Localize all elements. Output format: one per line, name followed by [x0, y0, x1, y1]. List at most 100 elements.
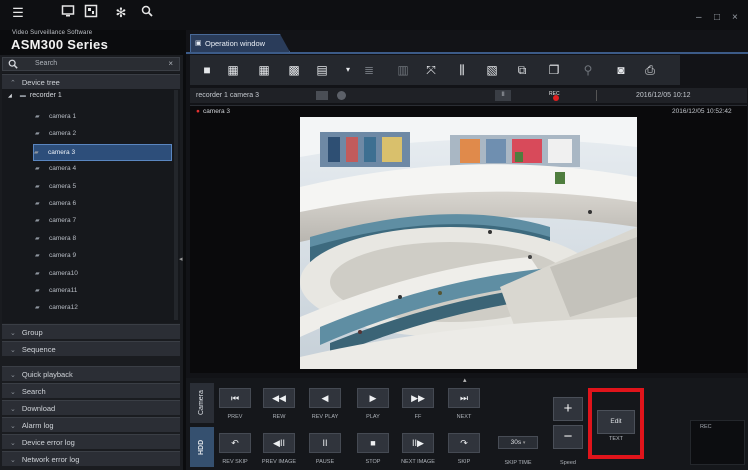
- playback.row2-button-1[interactable]: ◀II: [263, 433, 295, 453]
- sequence-section[interactable]: ⌄ Sequence: [2, 341, 180, 356]
- playback.row2-button-0[interactable]: ↶: [219, 433, 251, 453]
- layout-more-icon[interactable]: ▤: [312, 60, 332, 80]
- chevron-up-icon: ⌃: [10, 80, 16, 87]
- snapshot-icon[interactable]: ◙: [611, 60, 631, 80]
- camera-item[interactable]: ▰ camera11: [35, 283, 172, 298]
- camera-label: camera 5: [49, 182, 77, 190]
- camera-item[interactable]: ▰ camera 6: [35, 196, 172, 211]
- camera-label: camera 2: [49, 130, 77, 138]
- skip-time-select[interactable]: 30s ▾: [498, 436, 538, 449]
- camera-item[interactable]: ▰ camera 5: [35, 179, 172, 194]
- camera-label: camera 9: [49, 252, 77, 260]
- playback.row1-button-2[interactable]: ◀: [309, 388, 341, 408]
- playback.row2-button-2[interactable]: II: [309, 433, 341, 453]
- layout-4-icon[interactable]: ▦: [223, 60, 243, 80]
- camera-label: camera 8: [49, 234, 77, 242]
- chevron-down-icon: ⌄: [10, 330, 16, 337]
- list-icon[interactable]: ≣: [359, 60, 379, 80]
- search-input[interactable]: Search ×: [2, 57, 180, 71]
- monitor-icon[interactable]: [59, 4, 77, 22]
- info-icon[interactable]: [337, 91, 346, 100]
- layout-dropdown-icon[interactable]: ▾: [338, 60, 358, 80]
- camera-item[interactable]: ▰ camera 7: [35, 213, 172, 228]
- download-section[interactable]: ⌄ Download: [2, 400, 180, 415]
- playback.row2-button-5[interactable]: ↷: [448, 433, 480, 453]
- grid-list-icon[interactable]: ▥: [393, 60, 413, 80]
- chevron-down-icon: ⌄: [10, 457, 16, 464]
- camera-item[interactable]: ▰ camera 1: [35, 109, 172, 124]
- camera-icon: ▰: [35, 270, 40, 277]
- fullscreen-icon[interactable]: ⤧: [421, 60, 441, 80]
- alarm-log-section[interactable]: ⌄ Alarm log: [2, 417, 180, 432]
- camera-item[interactable]: ▰ camera10: [35, 266, 172, 281]
- dropdown-icon: ▾: [522, 440, 526, 446]
- link-icon[interactable]: ⚲: [578, 60, 598, 80]
- camera-item[interactable]: ▰ camera 3: [33, 143, 172, 161]
- chevron-down-icon: ⌄: [10, 406, 16, 413]
- audio-level-icon[interactable]: ⫼: [452, 60, 472, 80]
- menu-icon[interactable]: ☰: [9, 4, 27, 22]
- playback.row1-button-1[interactable]: ◀◀: [263, 388, 295, 408]
- camera-label: camera11: [49, 287, 78, 294]
- speed-label: Speed: [560, 460, 576, 466]
- clear-icon[interactable]: ×: [168, 59, 173, 68]
- tree-scrollbar[interactable]: [174, 90, 178, 320]
- device-tree-header[interactable]: ⌃ Device tree: [2, 74, 180, 89]
- camera-image[interactable]: [300, 117, 637, 369]
- rec-status-label: REC: [700, 424, 712, 430]
- chevron-down-icon: ⌄: [10, 440, 16, 447]
- gear-icon[interactable]: ✻: [112, 4, 130, 22]
- tab-operation-window[interactable]: ▣ Operation window: [190, 34, 290, 52]
- camera-label: camera 7: [49, 217, 77, 225]
- camera-item[interactable]: ▰ camera 2: [35, 126, 172, 141]
- camera-item[interactable]: ▰ camera12: [35, 300, 172, 315]
- layout-small-icon[interactable]: [316, 91, 328, 100]
- maximize-icon[interactable]: □: [714, 12, 720, 23]
- layout-icon[interactable]: [82, 4, 100, 22]
- camera-label: camera 4: [49, 165, 77, 173]
- device-error-log-section[interactable]: ⌄ Device error log: [2, 434, 180, 449]
- playback.row2-button-3[interactable]: ■: [357, 433, 389, 453]
- playback.row2-label-5: SKIP: [457, 459, 471, 465]
- camera-item[interactable]: ▰ camera 4: [35, 161, 172, 176]
- search-icon[interactable]: [138, 4, 156, 22]
- playback.row1-label-2: REV PLAY: [311, 414, 339, 420]
- print-icon[interactable]: ⎙: [640, 60, 660, 80]
- copy-icon[interactable]: ❐: [544, 60, 564, 80]
- playback.row1-button-5[interactable]: ⏭: [448, 388, 480, 408]
- window-icon: ▣: [195, 40, 202, 47]
- rec-indicator: [553, 95, 559, 101]
- close-icon[interactable]: ×: [732, 12, 738, 23]
- quick-playback-section[interactable]: ⌄ Quick playback: [2, 366, 180, 381]
- group-section[interactable]: ⌄ Group: [2, 324, 180, 339]
- layout-1-icon[interactable]: ■: [197, 60, 217, 80]
- camera-item[interactable]: ▰ camera 9: [35, 248, 172, 263]
- chevron-down-icon: ⌄: [10, 389, 16, 396]
- sequence-icon[interactable]: ⧉: [512, 60, 532, 80]
- playback.row1-button-0[interactable]: ⏮: [219, 388, 251, 408]
- datetime: 2016/12/05 10:12: [636, 92, 691, 99]
- minimize-icon[interactable]: –: [696, 12, 702, 23]
- layout-9-icon[interactable]: ▦: [254, 60, 274, 80]
- pause-icon[interactable]: II: [495, 90, 511, 101]
- edit-button[interactable]: Edit: [597, 410, 635, 434]
- collapse-panel-icon[interactable]: ▴: [463, 376, 467, 384]
- recorder-node[interactable]: ◢ ▬ recorder 1: [8, 92, 62, 99]
- playback.row1-button-4[interactable]: ▶▶: [402, 388, 434, 408]
- layout-16-icon[interactable]: ▩: [284, 60, 304, 80]
- playback.row1-button-3[interactable]: ▶: [357, 388, 389, 408]
- app-title: ASM300 Series: [11, 37, 109, 52]
- camera-control-icon[interactable]: ▧: [482, 60, 502, 80]
- collapse-sidebar-icon[interactable]: ◂: [179, 255, 183, 271]
- zoom-in-button[interactable]: +: [553, 397, 583, 421]
- title-bar: ☰ ✻ – □ ×: [0, 0, 748, 30]
- recorder-icon: ▬: [19, 93, 26, 99]
- network-error-log-section[interactable]: ⌄ Network error log: [2, 451, 180, 466]
- playback.row2-button-4[interactable]: II▶: [402, 433, 434, 453]
- zoom-out-button[interactable]: −: [553, 425, 583, 449]
- camera-icon: ▰: [35, 183, 40, 190]
- camera-icon: ▰: [35, 218, 40, 225]
- search-section[interactable]: ⌄ Search: [2, 383, 180, 398]
- camera-item[interactable]: ▰ camera 8: [35, 231, 172, 246]
- camera-label: camera 6: [49, 200, 77, 207]
